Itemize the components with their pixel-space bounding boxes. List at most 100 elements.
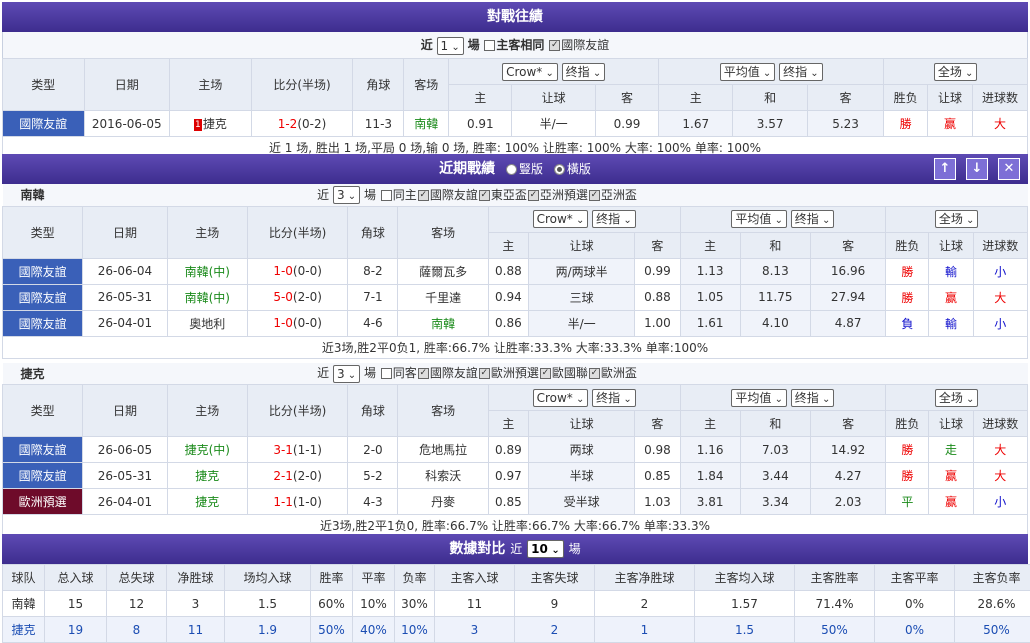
col-goals: 进球数: [972, 85, 1027, 111]
odds-avg-select[interactable]: 平均值: [720, 63, 776, 81]
handicap-away-odds: 0.98: [635, 437, 680, 463]
col-o-away: 客: [810, 411, 885, 437]
recent-header: 近期戰績 豎版 橫版 ↑ ↓ ✕: [2, 154, 1028, 184]
col-corner: 角球: [353, 59, 404, 111]
odds-draw: 3.34: [740, 489, 810, 515]
handicap-type-select[interactable]: 终指: [592, 210, 636, 228]
full-time-select[interactable]: 全场: [935, 389, 979, 407]
odds-away: 14.92: [810, 437, 885, 463]
home-team[interactable]: 捷克: [167, 463, 247, 489]
match-type[interactable]: 國際友誼: [3, 284, 83, 310]
col-hc-result: 让球: [928, 85, 973, 111]
horizontal-radio[interactable]: [554, 164, 565, 175]
filter-checkbox[interactable]: ✓: [479, 190, 490, 201]
handicap-home-odds: 0.91: [449, 111, 512, 137]
score-cell[interactable]: 1-1(1-0): [247, 489, 347, 515]
col-hc-result: 让球: [929, 232, 973, 258]
company-select[interactable]: Crow*: [533, 210, 589, 228]
home-team-name[interactable]: 捷克: [203, 117, 227, 131]
company-select[interactable]: Crow*: [533, 389, 589, 407]
team-a-count-select[interactable]: 3: [333, 186, 360, 204]
handicap-away-odds: 1.03: [635, 489, 680, 515]
odds-type-select[interactable]: 终指: [791, 210, 835, 228]
company-select[interactable]: Crow*: [502, 63, 558, 81]
half-score: (0-2): [297, 117, 326, 131]
filter-checkbox[interactable]: ✓: [589, 190, 600, 201]
filter-label: 歐洲預選: [491, 366, 539, 380]
home-team[interactable]: 奧地利: [167, 310, 247, 336]
h2h-count-select[interactable]: 1: [437, 37, 464, 55]
handicap-type-select[interactable]: 终指: [592, 389, 636, 407]
handicap-line: 两球: [528, 437, 634, 463]
filter-checkbox[interactable]: [381, 190, 392, 201]
full-time-select[interactable]: 全场: [934, 63, 978, 81]
vertical-radio[interactable]: [506, 164, 517, 175]
stat-cell: 2: [515, 617, 595, 643]
match-type[interactable]: 歐洲預選: [3, 489, 83, 515]
score[interactable]: 2-1: [273, 469, 293, 483]
score-cell[interactable]: 1-0(0-0): [247, 258, 347, 284]
arrow-up-icon[interactable]: ↑: [934, 158, 956, 180]
score-cell[interactable]: 1-0(0-0): [247, 310, 347, 336]
arrow-down-icon[interactable]: ↓: [966, 158, 988, 180]
score[interactable]: 1-0: [273, 316, 293, 330]
score-cell[interactable]: 5-0(2-0): [247, 284, 347, 310]
away-team[interactable]: 南韓: [404, 111, 449, 137]
score-cell[interactable]: 1-2(0-2): [251, 111, 353, 137]
filter-checkbox[interactable]: ✓: [540, 368, 551, 379]
odds-type-select[interactable]: 终指: [779, 63, 823, 81]
corner-score: 8-2: [348, 258, 398, 284]
filter-checkbox[interactable]: ✓: [418, 190, 429, 201]
score-cell[interactable]: 2-1(2-0): [247, 463, 347, 489]
filter-checkbox[interactable]: ✓: [528, 190, 539, 201]
filter-checkbox[interactable]: [381, 368, 392, 379]
filter-checkbox[interactable]: ✓: [418, 368, 429, 379]
filter-checkbox[interactable]: ✓: [479, 368, 490, 379]
home-team[interactable]: 1捷克: [170, 111, 252, 137]
score[interactable]: 3-1: [273, 443, 293, 457]
match-result: 負: [886, 310, 929, 336]
away-team[interactable]: 危地馬拉: [398, 437, 488, 463]
home-team[interactable]: 南韓(中): [167, 258, 247, 284]
odds-avg-select[interactable]: 平均值: [731, 389, 787, 407]
match-type[interactable]: 國際友誼: [3, 258, 83, 284]
table-row: 南韓 15 12 3 1.5 60% 10% 30% 11 9 2 1.57 7…: [3, 591, 1030, 617]
team-b-table: 捷克 近 3 場 同客✓國際友誼✓歐洲預選✓歐國聯✓歐洲盃 类型 日期 主场 比…: [2, 363, 1028, 516]
score-cell[interactable]: 3-1(1-1): [247, 437, 347, 463]
odds-avg-select[interactable]: 平均值: [731, 210, 787, 228]
away-team[interactable]: 南韓: [398, 310, 488, 336]
team-b-count-select[interactable]: 3: [333, 365, 360, 383]
stats-count-select[interactable]: 10: [527, 540, 564, 558]
home-team[interactable]: 南韓(中): [167, 284, 247, 310]
stat-cell: 3: [435, 617, 515, 643]
score[interactable]: 1-1: [273, 495, 293, 509]
home-team[interactable]: 捷克(中): [167, 437, 247, 463]
full-time-select[interactable]: 全场: [935, 210, 979, 228]
handicap-result: 赢: [929, 284, 973, 310]
odds-draw: 3.44: [740, 463, 810, 489]
match-type[interactable]: 國際友誼: [3, 111, 85, 137]
col-goals: 进球数: [973, 232, 1027, 258]
close-icon[interactable]: ✕: [998, 158, 1020, 180]
col-stat: 总失球: [107, 565, 167, 591]
away-team[interactable]: 丹麥: [398, 489, 488, 515]
score[interactable]: 1-0: [273, 264, 293, 278]
h2h-table: 类型 日期 主场 比分(半场) 角球 客场 Crow* 终指 平均值 终指 全场…: [2, 58, 1028, 137]
score[interactable]: 1-2: [278, 117, 298, 131]
away-team[interactable]: 薩爾瓦多: [398, 258, 488, 284]
handicap-type-select[interactable]: 终指: [562, 63, 606, 81]
filter-checkbox[interactable]: ✓: [589, 368, 600, 379]
odds-selects: 平均值 终指: [680, 385, 886, 411]
score[interactable]: 5-0: [273, 290, 293, 304]
match-type[interactable]: 國際友誼: [3, 437, 83, 463]
match-type[interactable]: 國際友誼: [3, 463, 83, 489]
same-venue-checkbox[interactable]: [484, 40, 495, 51]
home-team[interactable]: 捷克: [167, 489, 247, 515]
away-team[interactable]: 千里達: [398, 284, 488, 310]
filter-label: 東亞盃: [491, 188, 527, 202]
goals-result: 大: [972, 111, 1027, 137]
odds-type-select[interactable]: 终指: [791, 389, 835, 407]
away-team[interactable]: 科索沃: [398, 463, 488, 489]
intl-checkbox[interactable]: ✓: [549, 40, 560, 51]
match-type[interactable]: 國際友誼: [3, 310, 83, 336]
